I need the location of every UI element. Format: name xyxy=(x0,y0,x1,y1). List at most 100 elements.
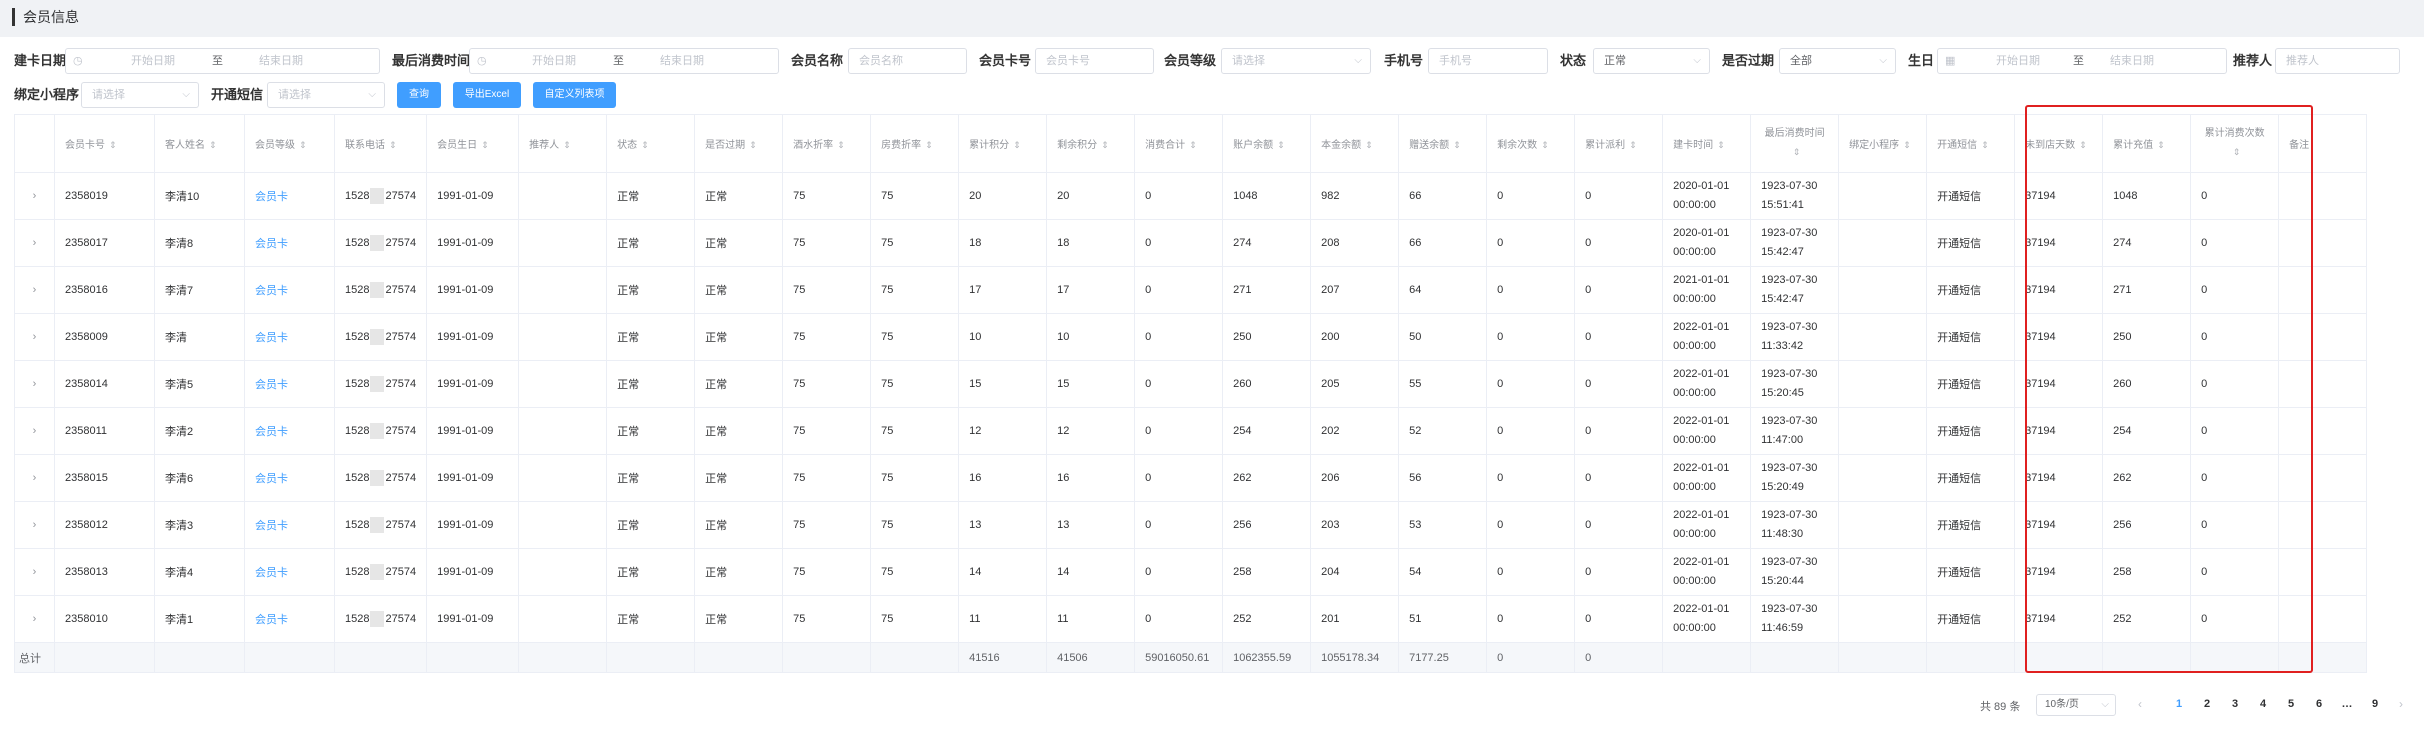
sort-icon[interactable]: ⇕ xyxy=(109,140,117,150)
sort-icon[interactable]: ⇕ xyxy=(299,140,307,150)
prev-page-icon[interactable]: ‹ xyxy=(2138,697,2142,711)
sort-icon[interactable]: ⇕ xyxy=(749,140,757,150)
column-header[interactable]: 剩余积分 ⇕ xyxy=(1046,114,1136,173)
sort-icon[interactable]: ⇕ xyxy=(1277,140,1285,150)
expand-row-icon[interactable]: › xyxy=(14,595,55,643)
last-consume-end[interactable]: 结束日期 xyxy=(660,49,704,73)
page-number[interactable]: 2 xyxy=(2198,698,2216,710)
expand-row-icon[interactable]: › xyxy=(14,548,55,596)
page-number[interactable]: 9 xyxy=(2366,698,2384,710)
sort-icon[interactable]: ⇕ xyxy=(389,140,397,150)
sort-icon[interactable]: ⇕ xyxy=(1793,147,1801,157)
table-row[interactable]: › 2358011 李清2 会员卡 1528 27574 1991-01-09 正常 正常 75 7… xyxy=(14,407,2368,455)
column-header[interactable]: 备注 xyxy=(2278,114,2368,173)
cell-level-link[interactable]: 会员卡 xyxy=(244,595,335,643)
cell-level-link[interactable]: 会员卡 xyxy=(244,501,335,549)
page-size-select[interactable]: 10条/页 ⌵ xyxy=(2036,694,2116,716)
sms-select[interactable]: 请选择 ⌵ xyxy=(267,82,385,108)
export-excel-button[interactable]: 导出Excel xyxy=(453,82,521,108)
sort-icon[interactable]: ⇕ xyxy=(2233,147,2241,157)
expired-select[interactable]: 全部 ⌵ xyxy=(1779,48,1896,74)
sort-icon[interactable]: ⇕ xyxy=(2079,140,2087,150)
custom-columns-button[interactable]: 自定义列表项 xyxy=(533,82,616,108)
birthday-end[interactable]: 结束日期 xyxy=(2110,49,2154,73)
column-header[interactable]: 会员等级 ⇕ xyxy=(244,114,335,173)
page-number[interactable]: 3 xyxy=(2226,698,2244,710)
sort-icon[interactable]: ⇕ xyxy=(1981,140,1989,150)
column-header[interactable]: 会员卡号 ⇕ xyxy=(54,114,155,173)
sort-icon[interactable]: ⇕ xyxy=(925,140,933,150)
table-row[interactable]: › 2358016 李清7 会员卡 1528 27574 1991-01-09 正常 正常 75 7… xyxy=(14,266,2368,314)
sort-icon[interactable]: ⇕ xyxy=(2157,140,2165,150)
sort-icon[interactable]: ⇕ xyxy=(209,140,217,150)
sort-icon[interactable]: ⇕ xyxy=(1717,140,1725,150)
table-row[interactable]: › 2358009 李清 会员卡 1528 27574 1991-01-09 正常 正常 75 75… xyxy=(14,313,2368,361)
cell-level-link[interactable]: 会员卡 xyxy=(244,172,335,220)
cell-level-link[interactable]: 会员卡 xyxy=(244,313,335,361)
card-date-start[interactable]: 开始日期 xyxy=(131,49,175,73)
sort-icon[interactable]: ⇕ xyxy=(1189,140,1197,150)
next-page-icon[interactable]: › xyxy=(2399,697,2403,711)
card-no-input[interactable]: 会员卡号 xyxy=(1035,48,1154,74)
column-header[interactable]: 绑定小程序 ⇕ xyxy=(1838,114,1928,173)
table-row[interactable]: › 2358010 李清1 会员卡 1528 27574 1991-01-09 正常 正常 75 7… xyxy=(14,595,2368,643)
phone-input[interactable]: 手机号 xyxy=(1428,48,1548,74)
column-header[interactable]: 建卡时间 ⇕ xyxy=(1662,114,1752,173)
cell-level-link[interactable]: 会员卡 xyxy=(244,219,335,267)
page-number[interactable]: … xyxy=(2338,698,2356,710)
page-number[interactable]: 4 xyxy=(2254,698,2272,710)
mini-program-select[interactable]: 请选择 ⌵ xyxy=(81,82,199,108)
table-row[interactable]: › 2358017 李清8 会员卡 1528 27574 1991-01-09 正常 正常 75 7… xyxy=(14,219,2368,267)
page-number[interactable]: 6 xyxy=(2310,698,2328,710)
cell-level-link[interactable]: 会员卡 xyxy=(244,548,335,596)
column-header[interactable]: 最后消费时间 ⇕ xyxy=(1750,114,1840,173)
table-row[interactable]: › 2358012 李清3 会员卡 1528 27574 1991-01-09 正常 正常 75 7… xyxy=(14,501,2368,549)
card-date-range[interactable]: ◷ 开始日期 至 结束日期 xyxy=(65,48,380,74)
sort-icon[interactable]: ⇕ xyxy=(641,140,649,150)
expand-row-icon[interactable]: › xyxy=(14,219,55,267)
table-row[interactable]: › 2358014 李清5 会员卡 1528 27574 1991-01-09 正常 正常 75 7… xyxy=(14,360,2368,408)
table-row[interactable]: › 2358019 李清10 会员卡 1528 27574 1991-01-09 正常 正常 75… xyxy=(14,172,2368,220)
birthday-start[interactable]: 开始日期 xyxy=(1996,49,2040,73)
column-header[interactable]: 赠送余额 ⇕ xyxy=(1398,114,1488,173)
cell-level-link[interactable]: 会员卡 xyxy=(244,454,335,502)
expand-row-icon[interactable]: › xyxy=(14,313,55,361)
column-header[interactable]: 账户余额 ⇕ xyxy=(1222,114,1312,173)
column-header[interactable]: 本金余额 ⇕ xyxy=(1310,114,1400,173)
sort-icon[interactable]: ⇕ xyxy=(481,140,489,150)
column-header[interactable]: 剩余次数 ⇕ xyxy=(1486,114,1576,173)
card-date-end[interactable]: 结束日期 xyxy=(259,49,303,73)
column-header[interactable]: 酒水折率 ⇕ xyxy=(782,114,872,173)
column-header[interactable]: 是否过期 ⇕ xyxy=(694,114,784,173)
last-consume-range[interactable]: ◷ 开始日期 至 结束日期 xyxy=(469,48,779,74)
column-header[interactable]: 房费折率 ⇕ xyxy=(870,114,960,173)
table-row[interactable]: › 2358013 李清4 会员卡 1528 27574 1991-01-09 正常 正常 75 7… xyxy=(14,548,2368,596)
column-header[interactable]: 消费合计 ⇕ xyxy=(1134,114,1224,173)
referrer-input[interactable]: 推荐人 xyxy=(2275,48,2400,74)
cell-level-link[interactable]: 会员卡 xyxy=(244,407,335,455)
expand-row-icon[interactable]: › xyxy=(14,407,55,455)
sort-icon[interactable]: ⇕ xyxy=(1903,140,1911,150)
expand-row-icon[interactable]: › xyxy=(14,360,55,408)
cell-level-link[interactable]: 会员卡 xyxy=(244,266,335,314)
column-header[interactable]: 未到店天数 ⇕ xyxy=(2014,114,2104,173)
column-header[interactable]: 联系电话 ⇕ xyxy=(333,114,428,173)
birthday-range[interactable]: ▦ 开始日期 至 结束日期 xyxy=(1937,48,2227,74)
last-consume-start[interactable]: 开始日期 xyxy=(532,49,576,73)
column-header[interactable]: 开通短信 ⇕ xyxy=(1926,114,2016,173)
member-name-input[interactable]: 会员名称 xyxy=(848,48,967,74)
expand-row-icon[interactable]: › xyxy=(14,454,55,502)
expand-row-icon[interactable]: › xyxy=(14,501,55,549)
column-header[interactable]: 累计充值 ⇕ xyxy=(2102,114,2192,173)
sort-icon[interactable]: ⇕ xyxy=(1365,140,1373,150)
sort-icon[interactable]: ⇕ xyxy=(1013,140,1021,150)
column-header[interactable]: 会员生日 ⇕ xyxy=(426,114,520,173)
sort-icon[interactable]: ⇕ xyxy=(1101,140,1109,150)
sort-icon[interactable]: ⇕ xyxy=(1453,140,1461,150)
expand-row-icon[interactable]: › xyxy=(14,172,55,220)
table-row[interactable]: › 2358015 李清6 会员卡 1528 27574 1991-01-09 正常 正常 75 7… xyxy=(14,454,2368,502)
column-header[interactable]: 累计消费次数 ⇕ xyxy=(2190,114,2280,173)
cell-level-link[interactable]: 会员卡 xyxy=(244,360,335,408)
sort-icon[interactable]: ⇕ xyxy=(837,140,845,150)
column-header[interactable]: 累计积分 ⇕ xyxy=(958,114,1048,173)
